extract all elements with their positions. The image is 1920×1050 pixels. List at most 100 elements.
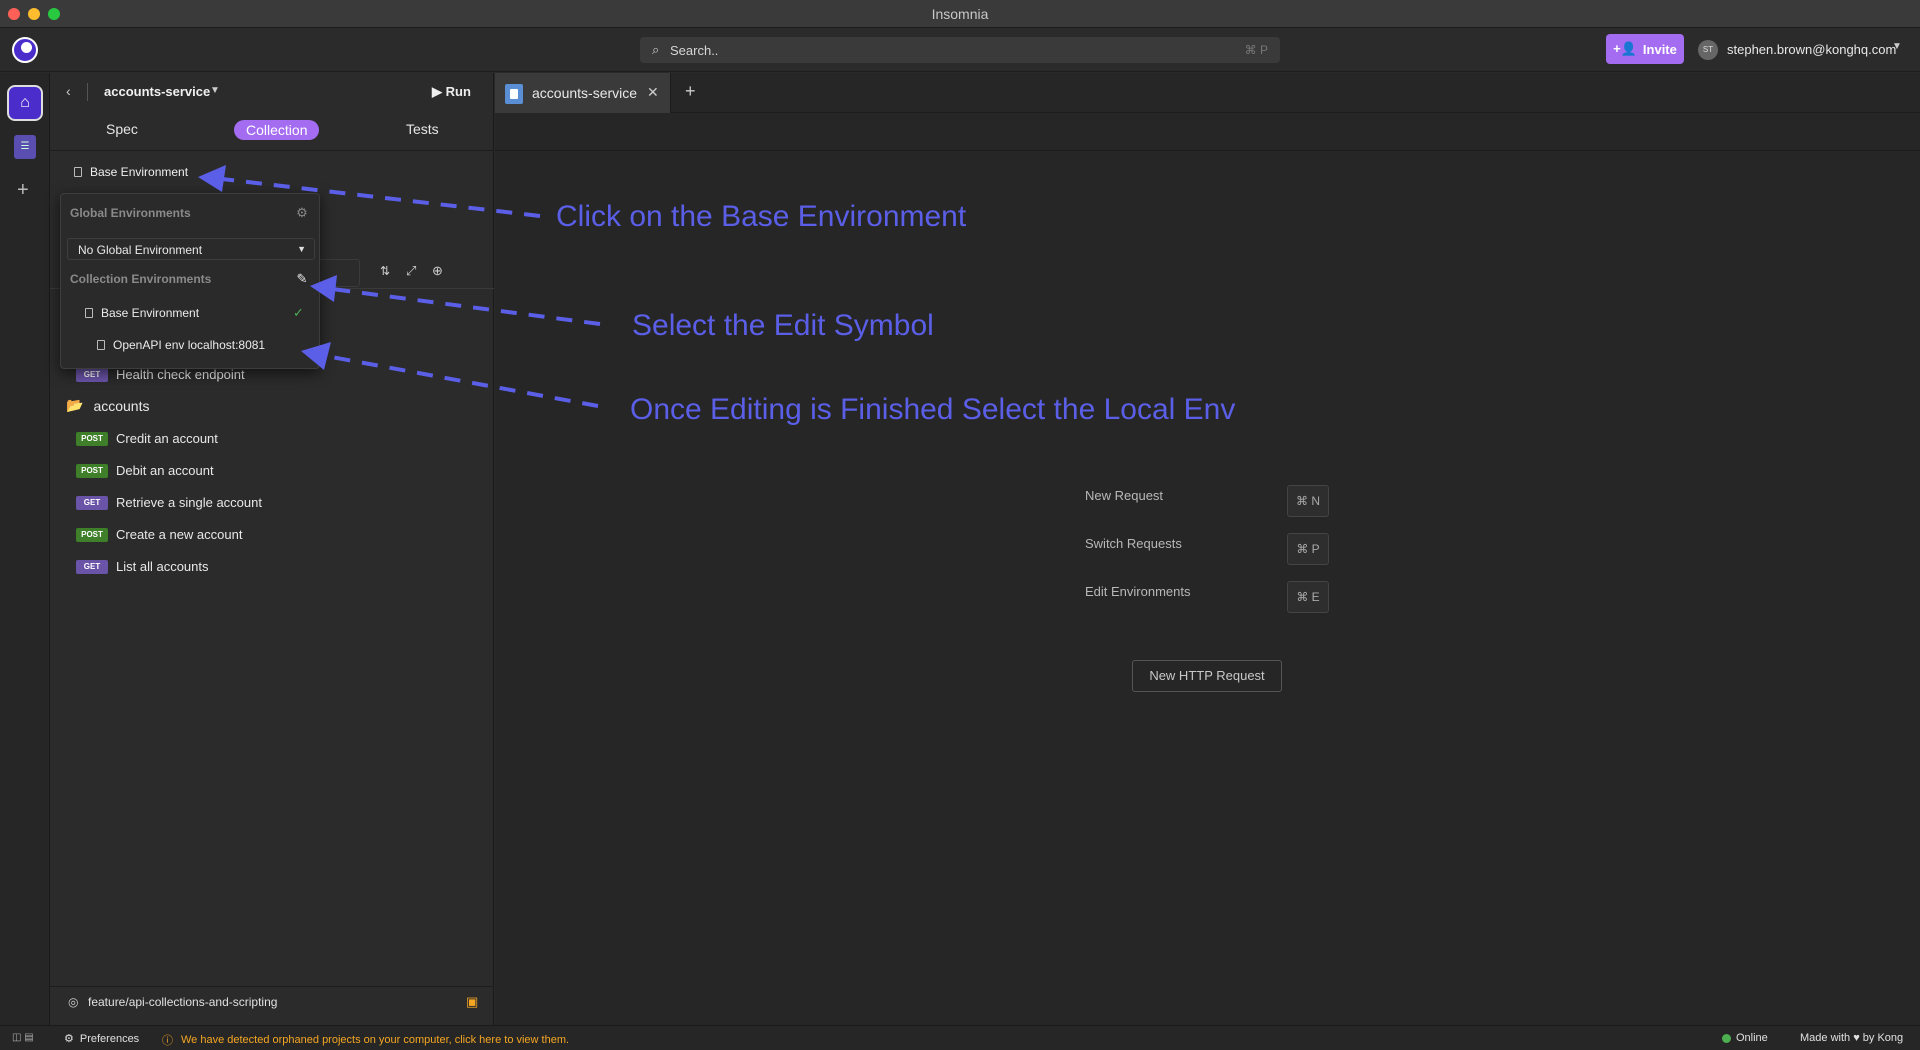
main-panel: New Request ⌘ N Switch Requests ⌘ P Edit… [495, 151, 1920, 1025]
user-email[interactable]: stephen.brown@konghq.com [1727, 42, 1896, 57]
shortcut-key: ⌘ P [1287, 533, 1329, 565]
request-item[interactable]: GET List all accounts [76, 559, 209, 574]
environment-label: Base Environment [90, 165, 189, 179]
window-titlebar: Insomnia [0, 0, 1920, 28]
add-user-icon: +👤 [1613, 41, 1637, 56]
insomnia-logo-icon[interactable] [12, 37, 38, 63]
request-label: Debit an account [116, 463, 214, 478]
global-environment-value: No Global Environment [78, 243, 203, 257]
invite-button[interactable]: +👤 Invite [1606, 34, 1684, 64]
made-with-kong[interactable]: Made with ♥ by Kong [1800, 1032, 1903, 1044]
tab-label: accounts-service [532, 85, 638, 101]
gear-icon[interactable]: ⚙ [293, 204, 311, 222]
global-environments-label: Global Environments [70, 206, 191, 220]
method-badge: POST [76, 527, 108, 542]
add-circle-icon[interactable]: ⊕ [432, 263, 443, 279]
branch-name[interactable]: feature/api-collections-and-scripting [88, 995, 277, 1009]
divider [87, 83, 88, 101]
status-bar: ◫ ▤ ⚙ Preferences ⓘ We have detected orp… [0, 1025, 1920, 1050]
global-environment-select[interactable]: No Global Environment ▼ [67, 238, 315, 260]
document-icon [85, 308, 93, 318]
sidebar-header: ‹ accounts-service ▼ ▶ Run [50, 73, 494, 111]
document-icon [505, 84, 523, 104]
request-item[interactable]: POST Create a new account [76, 527, 242, 542]
orphaned-projects-warning[interactable]: ⓘ We have detected orphaned projects on … [162, 1032, 569, 1048]
method-badge: POST [76, 431, 108, 446]
environment-item-label: Base Environment [101, 306, 200, 320]
home-icon[interactable]: ⌂ [7, 85, 43, 121]
folder-label: accounts [93, 397, 150, 414]
chevron-down-icon[interactable]: ▼ [210, 85, 220, 96]
environment-selector[interactable]: Base Environment [74, 165, 188, 179]
folder-item[interactable]: 📂 accounts [66, 397, 149, 414]
invite-label: Invite [1642, 41, 1677, 57]
check-icon: ✓ [293, 305, 304, 320]
chevron-down-icon: ▼ [297, 244, 306, 254]
preferences-button[interactable]: ⚙ Preferences [64, 1032, 140, 1046]
project-icon[interactable]: ☰ [14, 135, 36, 159]
layout-toggle-icon[interactable]: ◫ ▤ [12, 1032, 34, 1043]
request-label: Retrieve a single account [116, 495, 262, 510]
method-badge: GET [76, 559, 108, 574]
document-icon [97, 340, 105, 350]
tab-collection[interactable]: Collection [234, 120, 320, 140]
chevron-down-icon[interactable]: ▼ [1892, 41, 1902, 52]
left-rail: ⌂ ☰ + [0, 73, 50, 1025]
shortcut-key: ⌘ E [1287, 581, 1329, 613]
shortcut-label: Edit Environments [1085, 584, 1191, 599]
request-toolbar [495, 113, 1920, 151]
collection-environments-label: Collection Environments [70, 272, 212, 286]
sort-icon[interactable]: ⇅ [380, 264, 390, 278]
package-icon[interactable]: ▣ [466, 994, 478, 1010]
method-badge: GET [76, 367, 108, 382]
environment-item-openapi[interactable]: OpenAPI env localhost:8081 [97, 338, 265, 352]
tab-tests[interactable]: Tests [406, 121, 439, 137]
search-icon: ⌕ [652, 42, 660, 57]
run-button[interactable]: ▶ Run [432, 84, 471, 100]
shortcut-key: ⌘ N [1287, 485, 1329, 517]
annotation-text: Once Editing is Finished Select the Loca… [630, 393, 1236, 426]
request-item[interactable]: POST Credit an account [76, 431, 218, 446]
github-icon: ◎ [68, 995, 79, 1009]
expand-icon[interactable]: ⤢ [406, 263, 416, 279]
tab-spec[interactable]: Spec [106, 121, 138, 137]
folder-icon: 📂 [66, 397, 84, 413]
app-header: ⌕ Search.. ⌘ P +👤 Invite ST stephen.brow… [0, 28, 1920, 72]
annotation-text: Click on the Base Environment [556, 200, 967, 233]
status-badge: Online [1722, 1032, 1768, 1044]
request-item[interactable]: POST Debit an account [76, 463, 214, 478]
method-badge: POST [76, 463, 108, 478]
tab-accounts-service[interactable]: accounts-service ✕ [495, 73, 671, 113]
new-http-request-button[interactable]: New HTTP Request [1132, 660, 1282, 692]
annotation-text: Select the Edit Symbol [632, 309, 934, 342]
request-label: Credit an account [116, 431, 218, 446]
close-icon[interactable]: ✕ [647, 84, 659, 101]
request-item[interactable]: GET Retrieve a single account [76, 495, 262, 510]
preferences-label: Preferences [79, 1032, 140, 1045]
git-branch-bar[interactable]: ◎ feature/api-collections-and-scripting … [50, 986, 494, 1016]
edit-icon[interactable]: ✎ [293, 270, 311, 288]
project-name[interactable]: accounts-service [104, 84, 210, 99]
search-placeholder: Search.. [670, 43, 719, 58]
search-shortcut: ⌘ P [1244, 43, 1268, 57]
shortcut-label: New Request [1085, 488, 1164, 503]
gear-icon: ⚙ [64, 1033, 74, 1045]
environment-item-label: OpenAPI env localhost:8081 [113, 338, 266, 352]
search-input[interactable]: ⌕ Search.. ⌘ P [640, 37, 1280, 63]
request-tab-strip: accounts-service ✕ + [495, 73, 1920, 113]
online-dot-icon [1722, 1033, 1731, 1043]
add-tab-icon[interactable]: + [685, 81, 696, 102]
back-icon[interactable]: ‹ [66, 83, 71, 99]
environment-dropdown: Global Environments ⚙ No Global Environm… [60, 193, 320, 369]
window-title: Insomnia [931, 6, 989, 22]
online-label: Online [1736, 1032, 1768, 1044]
request-label: List all accounts [116, 559, 209, 574]
shortcut-label: Switch Requests [1085, 536, 1182, 551]
request-label: Create a new account [116, 527, 243, 542]
warning-text: We have detected orphaned projects on yo… [181, 1034, 570, 1046]
request-item[interactable]: GET Health check endpoint [76, 367, 245, 382]
document-icon [74, 167, 82, 177]
add-icon[interactable]: + [17, 179, 29, 202]
avatar[interactable]: ST [1698, 40, 1718, 60]
environment-item-base[interactable]: Base Environment [85, 306, 199, 320]
